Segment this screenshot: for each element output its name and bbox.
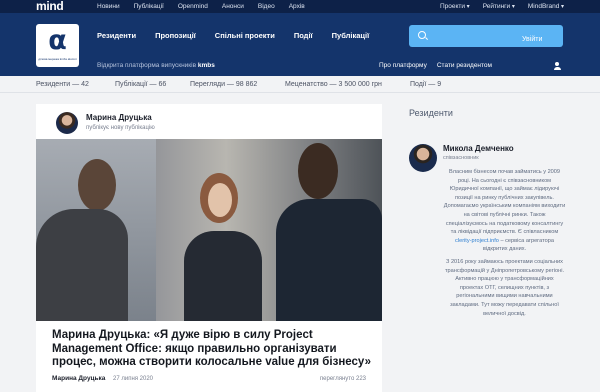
nav-residents[interactable]: Резиденти — [97, 31, 136, 41]
ratings-dropdown[interactable]: Рейтинги — [483, 0, 515, 14]
become-resident-link[interactable]: Стати резидентом — [437, 62, 492, 70]
top-nav-archive[interactable]: Архів — [289, 0, 305, 13]
bio-link[interactable]: clerity-project.info — [455, 238, 499, 244]
top-nav-news[interactable]: Новини — [97, 0, 120, 13]
residents-heading: Резиденти — [409, 108, 453, 118]
photo-person-right-head — [298, 143, 338, 199]
search-icon[interactable] — [418, 31, 426, 39]
about-platform-link[interactable]: Про платформу — [379, 62, 427, 70]
resident-role: співзасновник — [443, 155, 479, 161]
publication-card[interactable]: Марина Друцька публікує нову публікацію … — [36, 104, 382, 392]
top-strip: mind Новини Публікації Openmind Анонси В… — [0, 0, 600, 13]
top-nav: Новини Публікації Openmind Анонси Відео … — [97, 0, 305, 13]
stat-publications[interactable]: Публікації — 66 — [115, 80, 166, 89]
resident-bio: Власним бізнесом почав займатись у 2009 … — [443, 168, 566, 318]
subtitle-brand: kmbs — [197, 62, 215, 69]
photo-person-center — [184, 231, 262, 321]
nav-joint-projects[interactable]: Спільні проекти — [215, 31, 275, 41]
top-nav-announcements[interactable]: Анонси — [222, 0, 244, 13]
stats-bar: Резиденти — 42 Публікації — 66 Перегляди… — [0, 76, 600, 93]
publication-photo[interactable] — [36, 139, 382, 321]
alpha-glyph: α — [48, 25, 67, 56]
top-nav-openmind[interactable]: Openmind — [178, 0, 208, 13]
bio-paragraph-1: Власним бізнесом почав займатись у 2009 … — [443, 168, 566, 254]
resident-name[interactable]: Микола Демченко — [443, 144, 514, 154]
resident-avatar[interactable] — [409, 144, 437, 172]
stat-events[interactable]: Події — 9 — [410, 80, 441, 89]
author-name[interactable]: Марина Друцька — [86, 113, 152, 123]
logo-caption: ділова мережа kmbs alumni — [38, 57, 77, 61]
mindbrand-dropdown[interactable]: MindBrand — [528, 0, 564, 14]
nav-events[interactable]: Події — [294, 31, 313, 41]
stat-patronage: Меценатство — 3 500 000 грн — [285, 81, 382, 88]
login-link[interactable]: Увійти — [522, 35, 542, 44]
publication-date: 27 липня 2020 — [113, 376, 154, 382]
bio-paragraph-2: З 2016 року займаюсь проектами соціальни… — [444, 258, 565, 317]
view-count: переглянуто 223 — [319, 376, 366, 382]
stat-residents[interactable]: Резиденти — 42 — [36, 80, 89, 89]
footer-author[interactable]: Марина Друцька — [52, 375, 105, 383]
alpha-logo[interactable]: α ділова мережа kmbs alumni — [36, 24, 79, 67]
main-nav: Резиденти Пропозиції Спільні проекти Под… — [97, 31, 369, 41]
photo-person-center-face — [208, 183, 232, 217]
top-nav-publications[interactable]: Публікації — [134, 0, 164, 13]
publication-title[interactable]: Марина Друцька: «Я дуже вірю в силу Proj… — [52, 329, 372, 370]
nav-publications[interactable]: Публікації — [332, 31, 370, 41]
photo-person-left-head — [78, 159, 116, 211]
nav-offers[interactable]: Пропозиції — [155, 31, 196, 41]
photo-person-right — [276, 199, 382, 321]
mind-logo[interactable]: mind — [36, 0, 64, 13]
user-icon[interactable] — [553, 62, 561, 70]
platform-subtitle: Відкрита платформа випускників kmbs — [97, 62, 215, 70]
photo-person-left — [36, 209, 128, 321]
top-nav-video[interactable]: Відео — [258, 0, 275, 13]
author-action: публікує нову публікацію — [86, 125, 155, 131]
projects-dropdown[interactable]: Проекти — [440, 0, 470, 14]
main-header: α ділова мережа kmbs alumni Резиденти Пр… — [0, 13, 600, 76]
avatar[interactable] — [56, 112, 78, 134]
header-sublinks: Про платформу Стати резидентом — [379, 62, 492, 70]
stat-views: Перегляди — 98 862 — [190, 81, 258, 88]
subtitle-text: Відкрита платформа випускників — [97, 62, 197, 69]
top-nav-right: Проекти Рейтинги MindBrand — [440, 0, 564, 14]
bio-text-1: Власним бізнесом почав займатись у 2009 … — [443, 169, 566, 236]
